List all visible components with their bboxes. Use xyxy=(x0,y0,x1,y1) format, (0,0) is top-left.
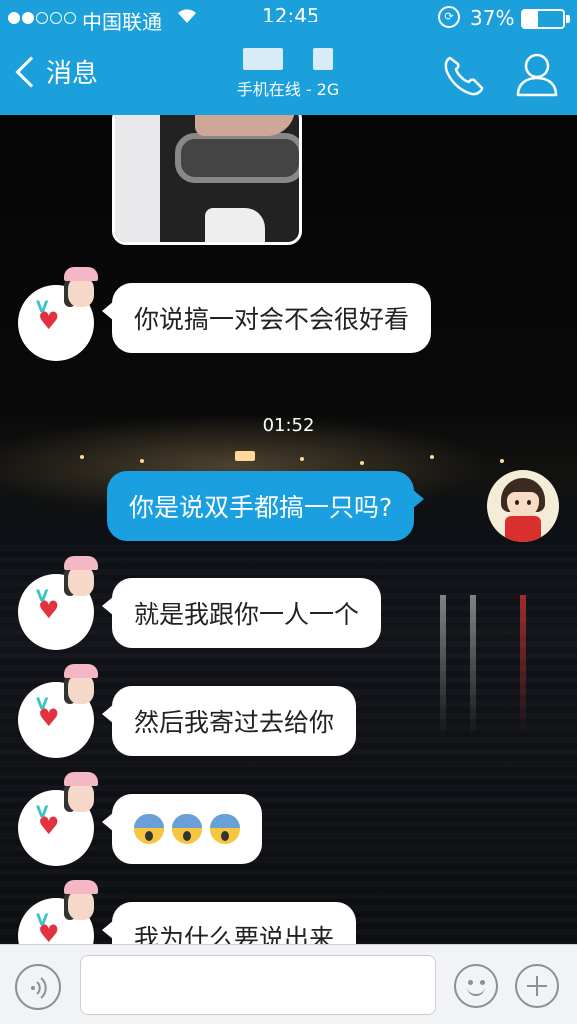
message-text: 然后我寄过去给你 xyxy=(134,708,335,737)
message-bubble-left[interactable]: 就是我跟你一人一个 xyxy=(101,578,382,648)
scream-emoji-icon xyxy=(210,814,240,844)
back-label: 消息 xyxy=(46,59,99,89)
contact-name-obscured xyxy=(188,44,388,74)
plus-icon[interactable] xyxy=(515,964,559,1008)
sender-avatar[interactable]: V ♥ xyxy=(18,267,98,361)
sender-avatar[interactable]: V ♥ xyxy=(18,664,98,758)
contact-title[interactable]: 手机在线 - 2G xyxy=(188,44,388,100)
profile-icon[interactable] xyxy=(514,50,560,102)
carrier-name: 中国联通 xyxy=(82,10,162,34)
background-reflection xyxy=(440,595,446,735)
status-bar: 中国联通 12:45 ⟳ 37% xyxy=(0,0,577,38)
scream-emoji-icon xyxy=(172,814,202,844)
background-reflection xyxy=(470,595,476,735)
message-text: 你是说双手都搞一只吗? xyxy=(129,493,393,522)
message-text: 我为什么要说出来 xyxy=(134,924,335,944)
message-timestamp: 01:52 xyxy=(262,415,315,436)
voice-icon[interactable] xyxy=(15,964,61,1010)
message-input[interactable] xyxy=(80,955,436,1015)
chat-header: 中国联通 12:45 ⟳ 37% 消息 手机在线 - 2G xyxy=(0,0,577,115)
battery-percent: 37% xyxy=(470,6,515,30)
sender-avatar[interactable]: V ♥ xyxy=(18,772,98,866)
my-avatar[interactable] xyxy=(487,470,559,542)
phone-icon[interactable] xyxy=(440,52,486,102)
back-button[interactable]: 消息 xyxy=(12,53,98,90)
background-reflection xyxy=(520,595,526,735)
wifi-icon xyxy=(176,7,198,30)
rotation-lock-icon: ⟳ xyxy=(438,6,460,28)
message-bubble-left[interactable]: 你说搞一对会不会很好看 xyxy=(101,283,432,353)
message-text: 你说搞一对会不会很好看 xyxy=(134,305,410,334)
message-bubble-left[interactable]: 我为什么要说出来 xyxy=(101,902,357,944)
message-bubble-right[interactable]: 你是说双手都搞一只吗? xyxy=(107,471,425,541)
chevron-left-icon xyxy=(15,55,47,88)
input-bar xyxy=(0,944,577,1024)
status-time: 12:45 xyxy=(262,4,317,22)
scream-emoji-icon xyxy=(134,814,164,844)
message-bubble-left[interactable] xyxy=(102,794,262,864)
contact-status: 手机在线 - 2G xyxy=(236,80,340,99)
emoji-icon[interactable] xyxy=(454,964,498,1008)
message-text: 就是我跟你一人一个 xyxy=(134,600,360,629)
chat-area[interactable]: V ♥ 你说搞一对会不会很好看 01:52 你是说双手都搞一只吗? V ♥ 就是我跟… xyxy=(0,115,577,944)
battery-icon xyxy=(521,9,565,29)
image-message[interactable] xyxy=(112,115,302,245)
sender-avatar[interactable]: V ♥ xyxy=(18,556,98,650)
signal-strength-icon xyxy=(8,12,76,24)
message-bubble-left[interactable]: 然后我寄过去给你 xyxy=(101,686,357,756)
battery-tip xyxy=(566,15,570,23)
